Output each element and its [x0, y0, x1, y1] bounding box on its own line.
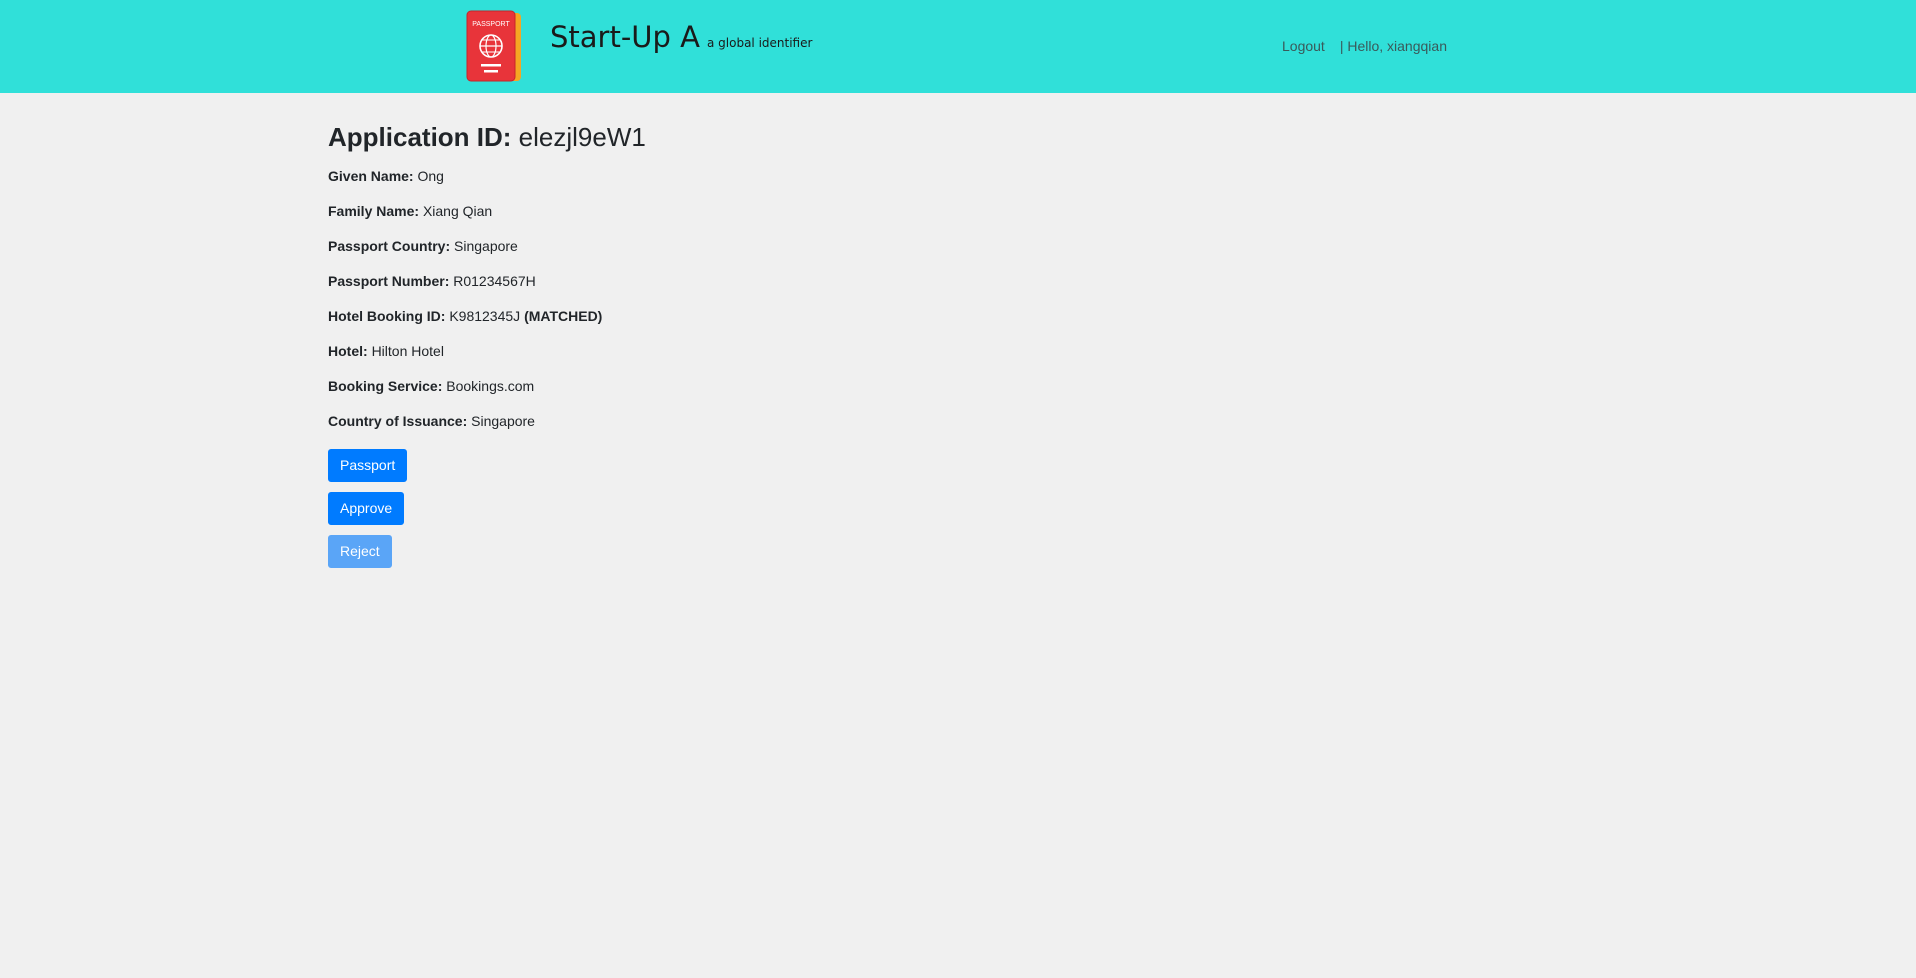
field-family-name: Family Name: Xiang Qian [328, 201, 1228, 236]
field-value: Hilton Hotel [371, 343, 444, 359]
field-value: Singapore [454, 238, 518, 254]
field-value: Ong [417, 168, 444, 184]
field-passport-number: Passport Number: R01234567H [328, 271, 1228, 306]
field-label: Hotel Booking ID: [328, 308, 446, 324]
field-booking-service: Booking Service: Bookings.com [328, 376, 1228, 411]
field-value: Bookings.com [446, 378, 535, 394]
field-label: Passport Number: [328, 273, 450, 289]
logout-link[interactable]: Logout [1282, 38, 1325, 54]
reject-button[interactable]: Reject [328, 535, 392, 568]
application-id: elezjl9eW1 [518, 122, 646, 152]
field-label: Hotel: [328, 343, 368, 359]
field-value: Xiang Qian [422, 203, 493, 219]
user-greeting: | Hello, xiangqian [1339, 38, 1447, 54]
action-buttons: Passport Approve Reject [328, 449, 1228, 568]
field-label: Passport Country: [328, 238, 451, 254]
brand-name: Start-Up A [550, 20, 700, 54]
nav-right: Logout | Hello, xiangqian [1282, 38, 1447, 54]
passport-button[interactable]: Passport [328, 449, 408, 482]
field-label: Country of Issuance: [328, 413, 468, 429]
passport-icon[interactable]: PASSPORT [465, 10, 525, 84]
field-passport-country: Passport Country: Singapore [328, 236, 1228, 271]
field-value: K9812345J [449, 308, 521, 324]
field-hotel-booking-id: Hotel Booking ID: K9812345J (MATCHED) [328, 306, 1228, 341]
field-label: Given Name: [328, 168, 414, 184]
field-value: Singapore [471, 413, 535, 429]
brand-tagline: a global identifier [707, 36, 813, 50]
field-value: R01234567H [453, 273, 536, 289]
title-label: Application ID: [328, 122, 512, 152]
brand[interactable]: Start-Up A a global identifier [550, 20, 812, 54]
field-given-name: Given Name: Ong [328, 166, 1228, 201]
page-title: Application ID: elezjl9eW1 [328, 118, 1228, 156]
logo-text: PASSPORT [472, 21, 510, 28]
application-details: Application ID: elezjl9eW1 Given Name: O… [328, 118, 1228, 578]
field-hotel: Hotel: Hilton Hotel [328, 341, 1228, 376]
field-country-of-issuance: Country of Issuance: Singapore [328, 411, 1228, 446]
top-navbar: PASSPORT Start-Up A a global identifier … [0, 0, 1916, 93]
match-status: (MATCHED) [524, 308, 603, 324]
approve-button[interactable]: Approve [328, 492, 405, 525]
field-label: Family Name: [328, 203, 420, 219]
field-label: Booking Service: [328, 378, 443, 394]
